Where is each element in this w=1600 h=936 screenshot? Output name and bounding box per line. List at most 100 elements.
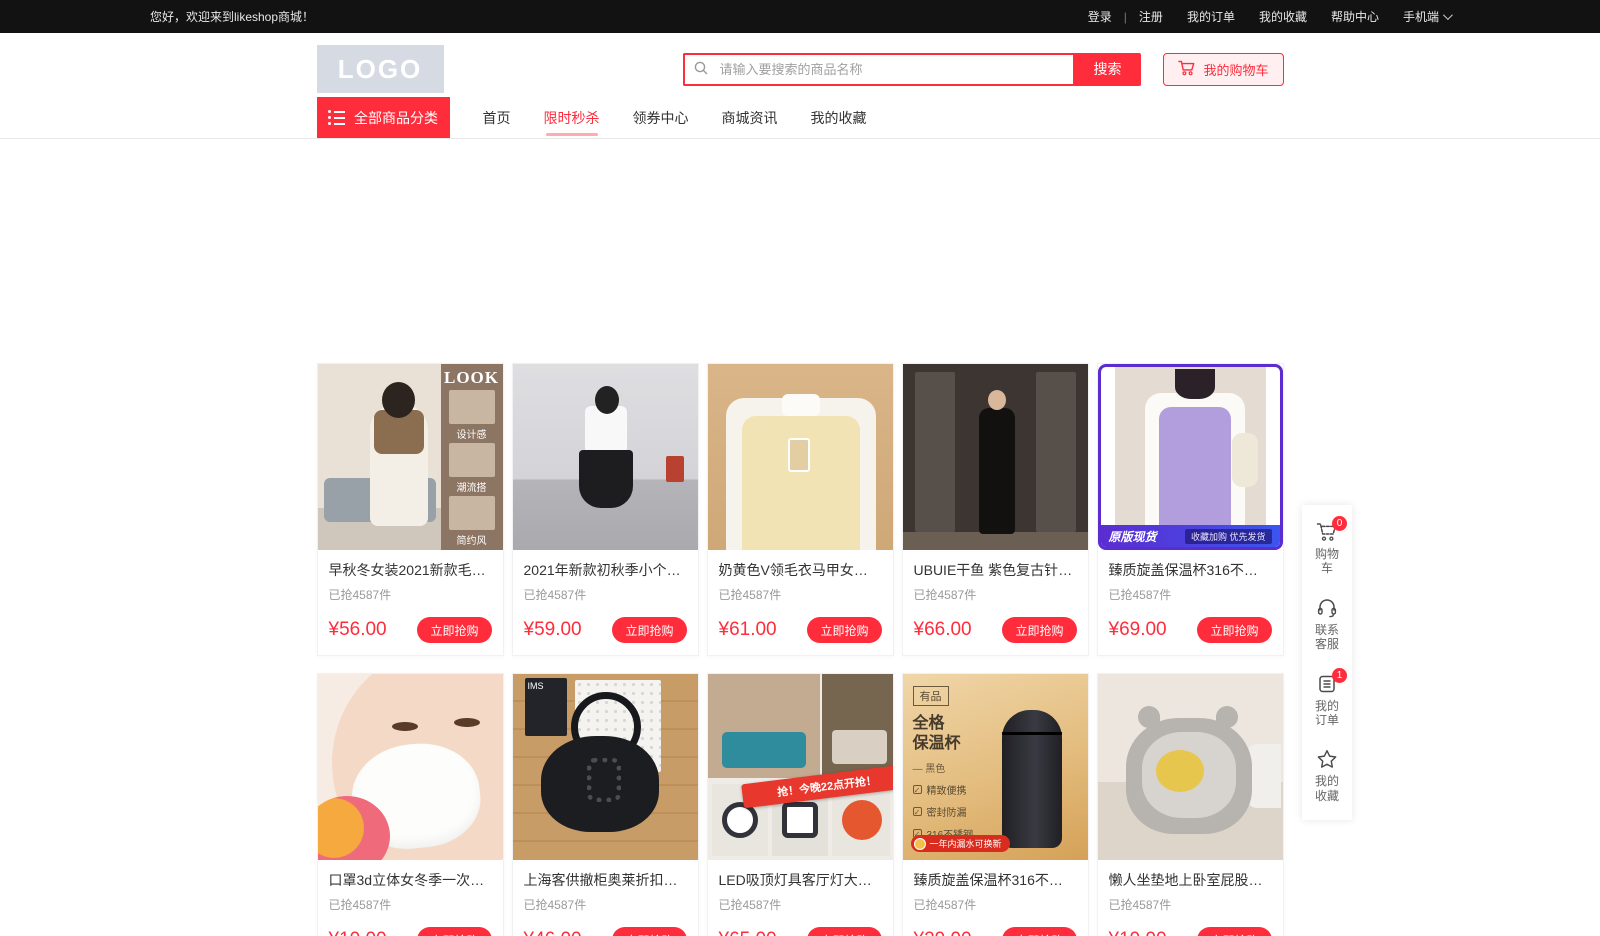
product-card[interactable]: 抢！今晚22点开抢！ LED吸顶灯具客厅灯大灯主卧... 已抢4587件 ¥65…	[707, 673, 894, 936]
promo-banner: 原版现货 收藏加购 优先发货	[1101, 525, 1280, 547]
look-overlay-text: LOOK	[444, 368, 499, 388]
product-sold-count: 已抢4587件	[524, 896, 687, 913]
cart-icon	[1178, 60, 1196, 79]
buy-now-button[interactable]: 立即抢购	[612, 927, 686, 936]
buy-now-button[interactable]: 立即抢购	[1197, 617, 1271, 643]
product-image[interactable]: LOOK 设计感 潮流搭 简约风	[318, 364, 503, 550]
product-sold-count: 已抢4587件	[1109, 896, 1272, 913]
nav-item-coupon-center[interactable]: 领券中心	[633, 97, 689, 138]
float-cart-item[interactable]: 0 购物车	[1302, 511, 1352, 587]
search-button[interactable]: 搜索	[1073, 53, 1141, 86]
product-card[interactable]: LOOK 设计感 潮流搭 简约风 早秋冬女装2021新款毛衣盐系... 已抢45…	[317, 363, 504, 656]
product-sold-count: 已抢4587件	[914, 896, 1077, 913]
product-image[interactable]	[318, 674, 503, 860]
product-price: ¥46.00	[524, 929, 582, 936]
product-card[interactable]: 原版现货 收藏加购 优先发货 臻质旋盖保温杯316不锈钢内胆... 已抢4587…	[1097, 363, 1284, 656]
product-image[interactable]: 原版现货 收藏加购 优先发货	[1098, 364, 1283, 550]
magazine-overlay-text: IMS	[525, 678, 567, 736]
buy-now-button[interactable]: 立即抢购	[1002, 617, 1076, 643]
product-card[interactable]: 懒人坐垫地上卧室屁股垫子办... 已抢4587件 ¥19.90 立即抢购	[1097, 673, 1284, 936]
product-title: 2021年新款初秋季小个子马甲...	[524, 560, 687, 580]
buy-now-button[interactable]: 立即抢购	[417, 617, 491, 643]
product-title: 奶黄色V领毛衣马甲女春秋慵懒...	[719, 560, 882, 580]
buy-now-button[interactable]: 立即抢购	[1197, 927, 1271, 936]
search-input[interactable]	[683, 53, 1073, 86]
product-price: ¥59.00	[524, 619, 582, 641]
product-card[interactable]: UBUIE干鱼 紫色复古针织衫马... 已抢4587件 ¥66.00 立即抢购	[902, 363, 1089, 656]
orders-count-badge: 1	[1332, 668, 1347, 683]
product-price: ¥10.00	[329, 929, 387, 936]
product-image[interactable]	[708, 364, 893, 550]
product-price: ¥69.00	[1109, 619, 1167, 641]
cart-count-badge: 0	[1332, 516, 1347, 531]
product-sold-count: 已抢4587件	[524, 586, 687, 603]
float-my-favorites-item[interactable]: 我的收藏	[1302, 738, 1352, 814]
product-title: 懒人坐垫地上卧室屁股垫子办...	[1109, 870, 1272, 890]
coin-icon	[914, 838, 926, 850]
register-link[interactable]: 注册	[1139, 8, 1163, 25]
my-orders-link[interactable]: 我的订单	[1187, 8, 1235, 25]
topbar-links: 登录 | 注册 我的订单 我的收藏 帮助中心 手机端	[1088, 8, 1450, 25]
buy-now-button[interactable]: 立即抢购	[612, 617, 686, 643]
all-categories-button[interactable]: 全部商品分类	[317, 97, 450, 138]
product-title: 口罩3d立体女冬季一次性口罩	[329, 870, 492, 890]
float-customer-service-item[interactable]: 联系客服	[1302, 587, 1352, 663]
link-separator: |	[1124, 10, 1127, 24]
product-sold-count: 已抢4587件	[329, 586, 492, 603]
product-title: 上海客供撤柜奥莱折扣店outlets	[524, 870, 687, 890]
product-image[interactable]: 有品 全格 保温杯 — 黑色 精致便携 密封防漏 316不锈钢 一年内漏水可换新	[903, 674, 1088, 860]
mobile-site-link[interactable]: 手机端	[1403, 8, 1450, 25]
buy-now-button[interactable]: 立即抢购	[807, 617, 881, 643]
float-my-orders-item[interactable]: 1 我的订单	[1302, 663, 1352, 739]
product-image[interactable]	[1098, 674, 1283, 860]
main-nav: 全部商品分类 首页 限时秒杀 领券中心 商城资讯 我的收藏	[0, 97, 1600, 139]
product-price: ¥29.90	[914, 929, 972, 936]
warranty-ribbon: 一年内漏水可换新	[911, 835, 1010, 852]
product-card[interactable]: 口罩3d立体女冬季一次性口罩 已抢4587件 ¥10.00 立即抢购	[317, 673, 504, 936]
headset-icon	[1316, 598, 1338, 618]
topbar: 您好，欢迎来到likeshop商城！ 登录 | 注册 我的订单 我的收藏 帮助中…	[0, 0, 1600, 33]
star-icon	[1316, 749, 1338, 769]
product-price: ¥61.00	[719, 619, 777, 641]
product-image[interactable]: 抢！今晚22点开抢！	[708, 674, 893, 860]
category-list-icon	[328, 110, 345, 125]
help-center-link[interactable]: 帮助中心	[1331, 8, 1379, 25]
product-title: 臻质旋盖保温杯316不锈钢内胆...	[1109, 560, 1272, 580]
check-icon	[913, 785, 922, 794]
buy-now-button[interactable]: 立即抢购	[1002, 927, 1076, 936]
brand-badge: 有品	[913, 686, 949, 706]
product-card[interactable]: 有品 全格 保温杯 — 黑色 精致便携 密封防漏 316不锈钢 一年内漏水可换新…	[902, 673, 1089, 936]
product-price: ¥66.00	[914, 619, 972, 641]
product-sold-count: 已抢4587件	[329, 896, 492, 913]
login-link[interactable]: 登录	[1088, 8, 1112, 25]
product-title: LED吸顶灯具客厅灯大灯主卧...	[719, 870, 882, 890]
nav-item-flash-sale[interactable]: 限时秒杀	[544, 97, 600, 138]
buy-now-button[interactable]: 立即抢购	[807, 927, 881, 936]
product-price: ¥56.00	[329, 619, 387, 641]
product-title: 早秋冬女装2021新款毛衣盐系...	[329, 560, 492, 580]
my-cart-button[interactable]: 我的购物车	[1163, 53, 1283, 86]
product-price: ¥65.00	[719, 929, 777, 936]
product-image[interactable]: IMS	[513, 674, 698, 860]
product-card[interactable]: 奶黄色V领毛衣马甲女春秋慵懒... 已抢4587件 ¥61.00 立即抢购	[707, 363, 894, 656]
nav-item-home[interactable]: 首页	[483, 97, 511, 138]
float-side-menu: 0 购物车 联系客服 1 我的订单 我的收藏	[1302, 505, 1352, 820]
buy-now-button[interactable]: 立即抢购	[417, 927, 491, 936]
chevron-down-icon	[1443, 10, 1453, 20]
site-header: LOGO 搜索 我的购物车	[0, 33, 1600, 97]
product-card[interactable]: 2021年新款初秋季小个子马甲... 已抢4587件 ¥59.00 立即抢购	[512, 363, 699, 656]
product-sold-count: 已抢4587件	[719, 896, 882, 913]
product-sold-count: 已抢4587件	[1109, 586, 1272, 603]
product-image[interactable]	[513, 364, 698, 550]
my-favorites-link[interactable]: 我的收藏	[1259, 8, 1307, 25]
check-icon	[913, 807, 922, 816]
product-title: 臻质旋盖保温杯316不锈钢内胆...	[914, 870, 1077, 890]
nav-item-my-favorites[interactable]: 我的收藏	[811, 97, 867, 138]
product-card[interactable]: IMS 上海客供撤柜奥莱折扣店outlets 已抢4587件 ¥46.00 立即…	[512, 673, 699, 936]
product-image[interactable]	[903, 364, 1088, 550]
product-sold-count: 已抢4587件	[914, 586, 1077, 603]
flash-sale-product-grid: LOOK 设计感 潮流搭 简约风 早秋冬女装2021新款毛衣盐系... 已抢45…	[317, 139, 1284, 936]
product-title: UBUIE干鱼 紫色复古针织衫马...	[914, 560, 1077, 580]
nav-item-mall-news[interactable]: 商城资讯	[722, 97, 778, 138]
site-logo[interactable]: LOGO	[317, 45, 444, 93]
